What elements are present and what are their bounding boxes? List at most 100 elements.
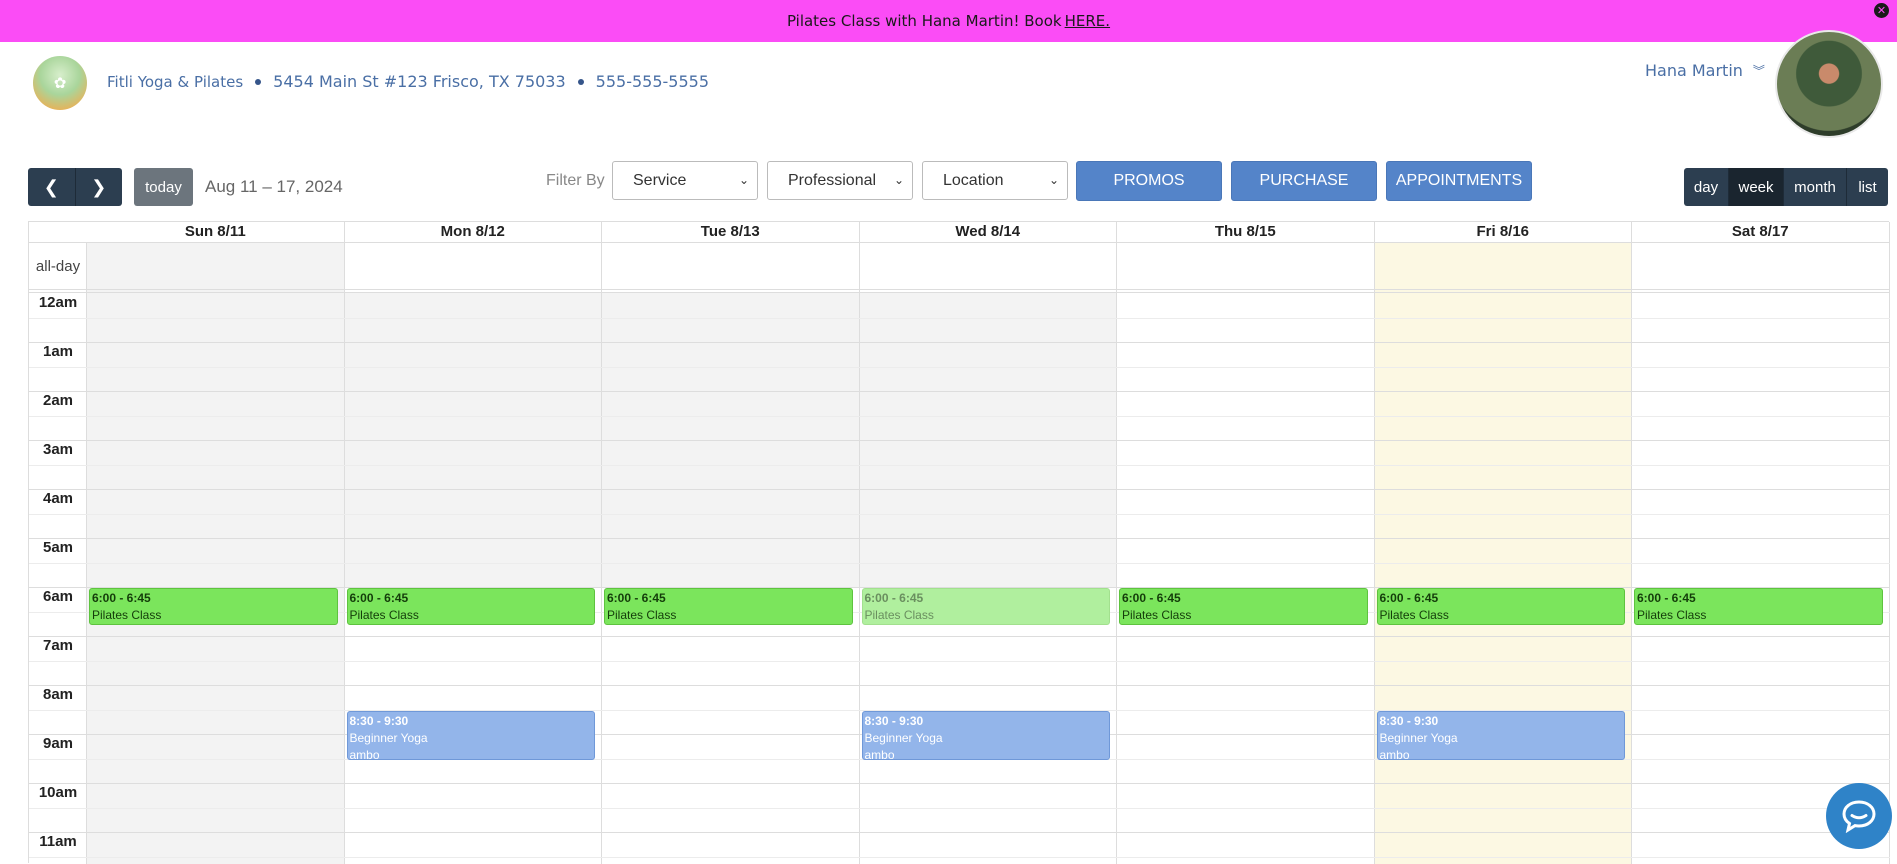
date-range: Aug 11 – 17, 2024	[205, 177, 343, 196]
today-button[interactable]: today	[134, 168, 193, 206]
chevron-down-icon: ︾	[1752, 64, 1765, 78]
event-time: 6:00 - 6:45	[349, 591, 409, 605]
grid-line	[29, 415, 1890, 417]
banner-book-link[interactable]: HERE.	[1065, 12, 1110, 30]
hour-label: 3am	[42, 441, 74, 458]
hour-label: 7am	[42, 637, 74, 654]
event-time: 8:30 - 9:30	[349, 713, 409, 728]
event-time: 6:00 - 6:45	[92, 591, 151, 605]
day-column[interactable]	[345, 242, 602, 864]
grid-line	[29, 317, 1890, 319]
event-title: Pilates Class	[864, 608, 934, 622]
grid-line	[29, 562, 1890, 564]
calendar-event[interactable]: 6:00 - 6:45 Pilates Class	[89, 588, 338, 625]
close-icon[interactable]: ✕	[1874, 3, 1889, 18]
event-subtitle: ambo	[349, 747, 380, 760]
day-column[interactable]	[1632, 242, 1890, 864]
calendar-event[interactable]: 8:30 - 9:30 Beginner Yoga ambo	[346, 710, 595, 760]
grid-line	[29, 391, 1890, 392]
location-select[interactable]: Location ⌄	[922, 161, 1068, 200]
hour-label: 11am	[39, 833, 77, 850]
calendar-event[interactable]: 6:00 - 6:45 Pilates Class	[604, 588, 853, 625]
view-list-button[interactable]: list	[1847, 168, 1888, 206]
hour-label: 2am	[42, 392, 74, 409]
event-subtitle: ambo	[864, 747, 895, 760]
calendar-event[interactable]: 8:30 - 9:30 Beginner Yoga ambo	[1376, 710, 1625, 760]
grid-line	[29, 292, 1890, 293]
event-subtitle: ambo	[1379, 747, 1410, 760]
day-column[interactable]	[1117, 242, 1375, 864]
calendar-event[interactable]: 6:00 - 6:45 Pilates Class	[1376, 588, 1625, 625]
day-header[interactable]: Fri 8/16	[1375, 222, 1632, 242]
next-week-button[interactable]: ❯	[76, 168, 123, 206]
day-column[interactable]	[602, 242, 860, 864]
week-calendar: all-day Sun 8/11 Mon 8/12 Tue 8/13 Wed 8/14…	[28, 221, 1890, 864]
user-name: Hana Martin	[1645, 61, 1743, 80]
hour-label: 4am	[42, 490, 74, 507]
appointments-button[interactable]: APPOINTMENTS	[1386, 161, 1532, 201]
hour-label: 1am	[42, 343, 74, 360]
filter-label: Filter By	[546, 172, 605, 189]
event-time: 6:00 - 6:45	[1122, 591, 1181, 605]
service-select[interactable]: Service ⌄	[612, 161, 758, 200]
day-header[interactable]: Sat 8/17	[1632, 222, 1890, 242]
event-time: 8:30 - 9:30	[1379, 713, 1439, 728]
view-week-button[interactable]: week	[1729, 168, 1784, 206]
allday-label: all-day	[35, 258, 81, 275]
grid-line	[29, 464, 1890, 466]
day-column[interactable]	[87, 242, 345, 864]
hour-label: 9am	[42, 735, 74, 752]
business-address: 5454 Main St #123 Frisco, TX 75033	[273, 72, 566, 91]
day-column[interactable]	[1375, 242, 1632, 864]
event-title: Beginner Yoga	[1379, 730, 1458, 745]
calendar-nav: ❮ ❯	[28, 168, 122, 206]
grid-line	[29, 783, 1890, 784]
professional-select[interactable]: Professional ⌄	[767, 161, 913, 200]
calendar-event[interactable]: 6:00 - 6:45 Pilates Class	[861, 588, 1110, 625]
grid-line	[29, 636, 1890, 637]
calendar-event[interactable]: 6:00 - 6:45 Pilates Class	[1634, 588, 1883, 625]
day-header[interactable]: Tue 8/13	[602, 222, 860, 242]
grid-line	[29, 685, 1890, 686]
chevron-right-icon: ❯	[91, 176, 107, 198]
avatar[interactable]	[1775, 30, 1883, 138]
event-time: 6:00 - 6:45	[1379, 591, 1439, 605]
service-select-value: Service	[633, 171, 687, 189]
event-title: Pilates Class	[1122, 608, 1192, 622]
grid-line	[29, 489, 1890, 490]
separator-dot	[255, 78, 262, 85]
view-switcher: day week month list	[1684, 168, 1888, 206]
calendar-event[interactable]: 6:00 - 6:45 Pilates Class	[1119, 588, 1368, 625]
hour-label: 12am	[38, 294, 78, 311]
event-time: 6:00 - 6:45	[864, 591, 924, 605]
chat-button[interactable]	[1826, 783, 1892, 849]
chat-bubble-icon	[1842, 800, 1876, 833]
day-header[interactable]: Wed 8/14	[860, 222, 1117, 242]
promos-button[interactable]: PROMOS	[1076, 161, 1222, 201]
user-menu[interactable]: Hana Martin ︾	[1645, 61, 1765, 80]
purchase-button[interactable]: PURCHASE	[1231, 161, 1377, 201]
day-header[interactable]: Thu 8/15	[1117, 222, 1375, 242]
grid-line	[29, 660, 1890, 662]
business-phone: 555-555-5555	[595, 72, 710, 91]
day-column[interactable]	[860, 242, 1117, 864]
event-title: Pilates Class	[1637, 608, 1707, 622]
calendar-event[interactable]: 8:30 - 9:30 Beginner Yoga ambo	[861, 710, 1110, 760]
banner-text: Pilates Class with Hana Martin! Book	[786, 12, 1062, 30]
grid-line	[29, 807, 1890, 809]
view-month-button[interactable]: month	[1784, 168, 1847, 206]
event-title: Beginner Yoga	[864, 730, 943, 745]
separator-dot	[577, 78, 584, 85]
day-header[interactable]: Sun 8/11	[87, 222, 345, 242]
prev-week-button[interactable]: ❮	[28, 168, 76, 206]
view-day-button[interactable]: day	[1684, 168, 1729, 206]
day-header[interactable]: Mon 8/12	[345, 222, 602, 242]
event-title: Pilates Class	[1379, 608, 1449, 622]
grid-line	[29, 832, 1890, 833]
business-logo-icon: ✿	[33, 56, 87, 110]
event-title: Pilates Class	[607, 608, 677, 622]
calendar-event[interactable]: 6:00 - 6:45 Pilates Class	[346, 588, 595, 625]
hour-label: 8am	[42, 686, 74, 703]
chevron-down-icon: ⌄	[1048, 173, 1059, 187]
event-title: Pilates Class	[92, 608, 162, 622]
